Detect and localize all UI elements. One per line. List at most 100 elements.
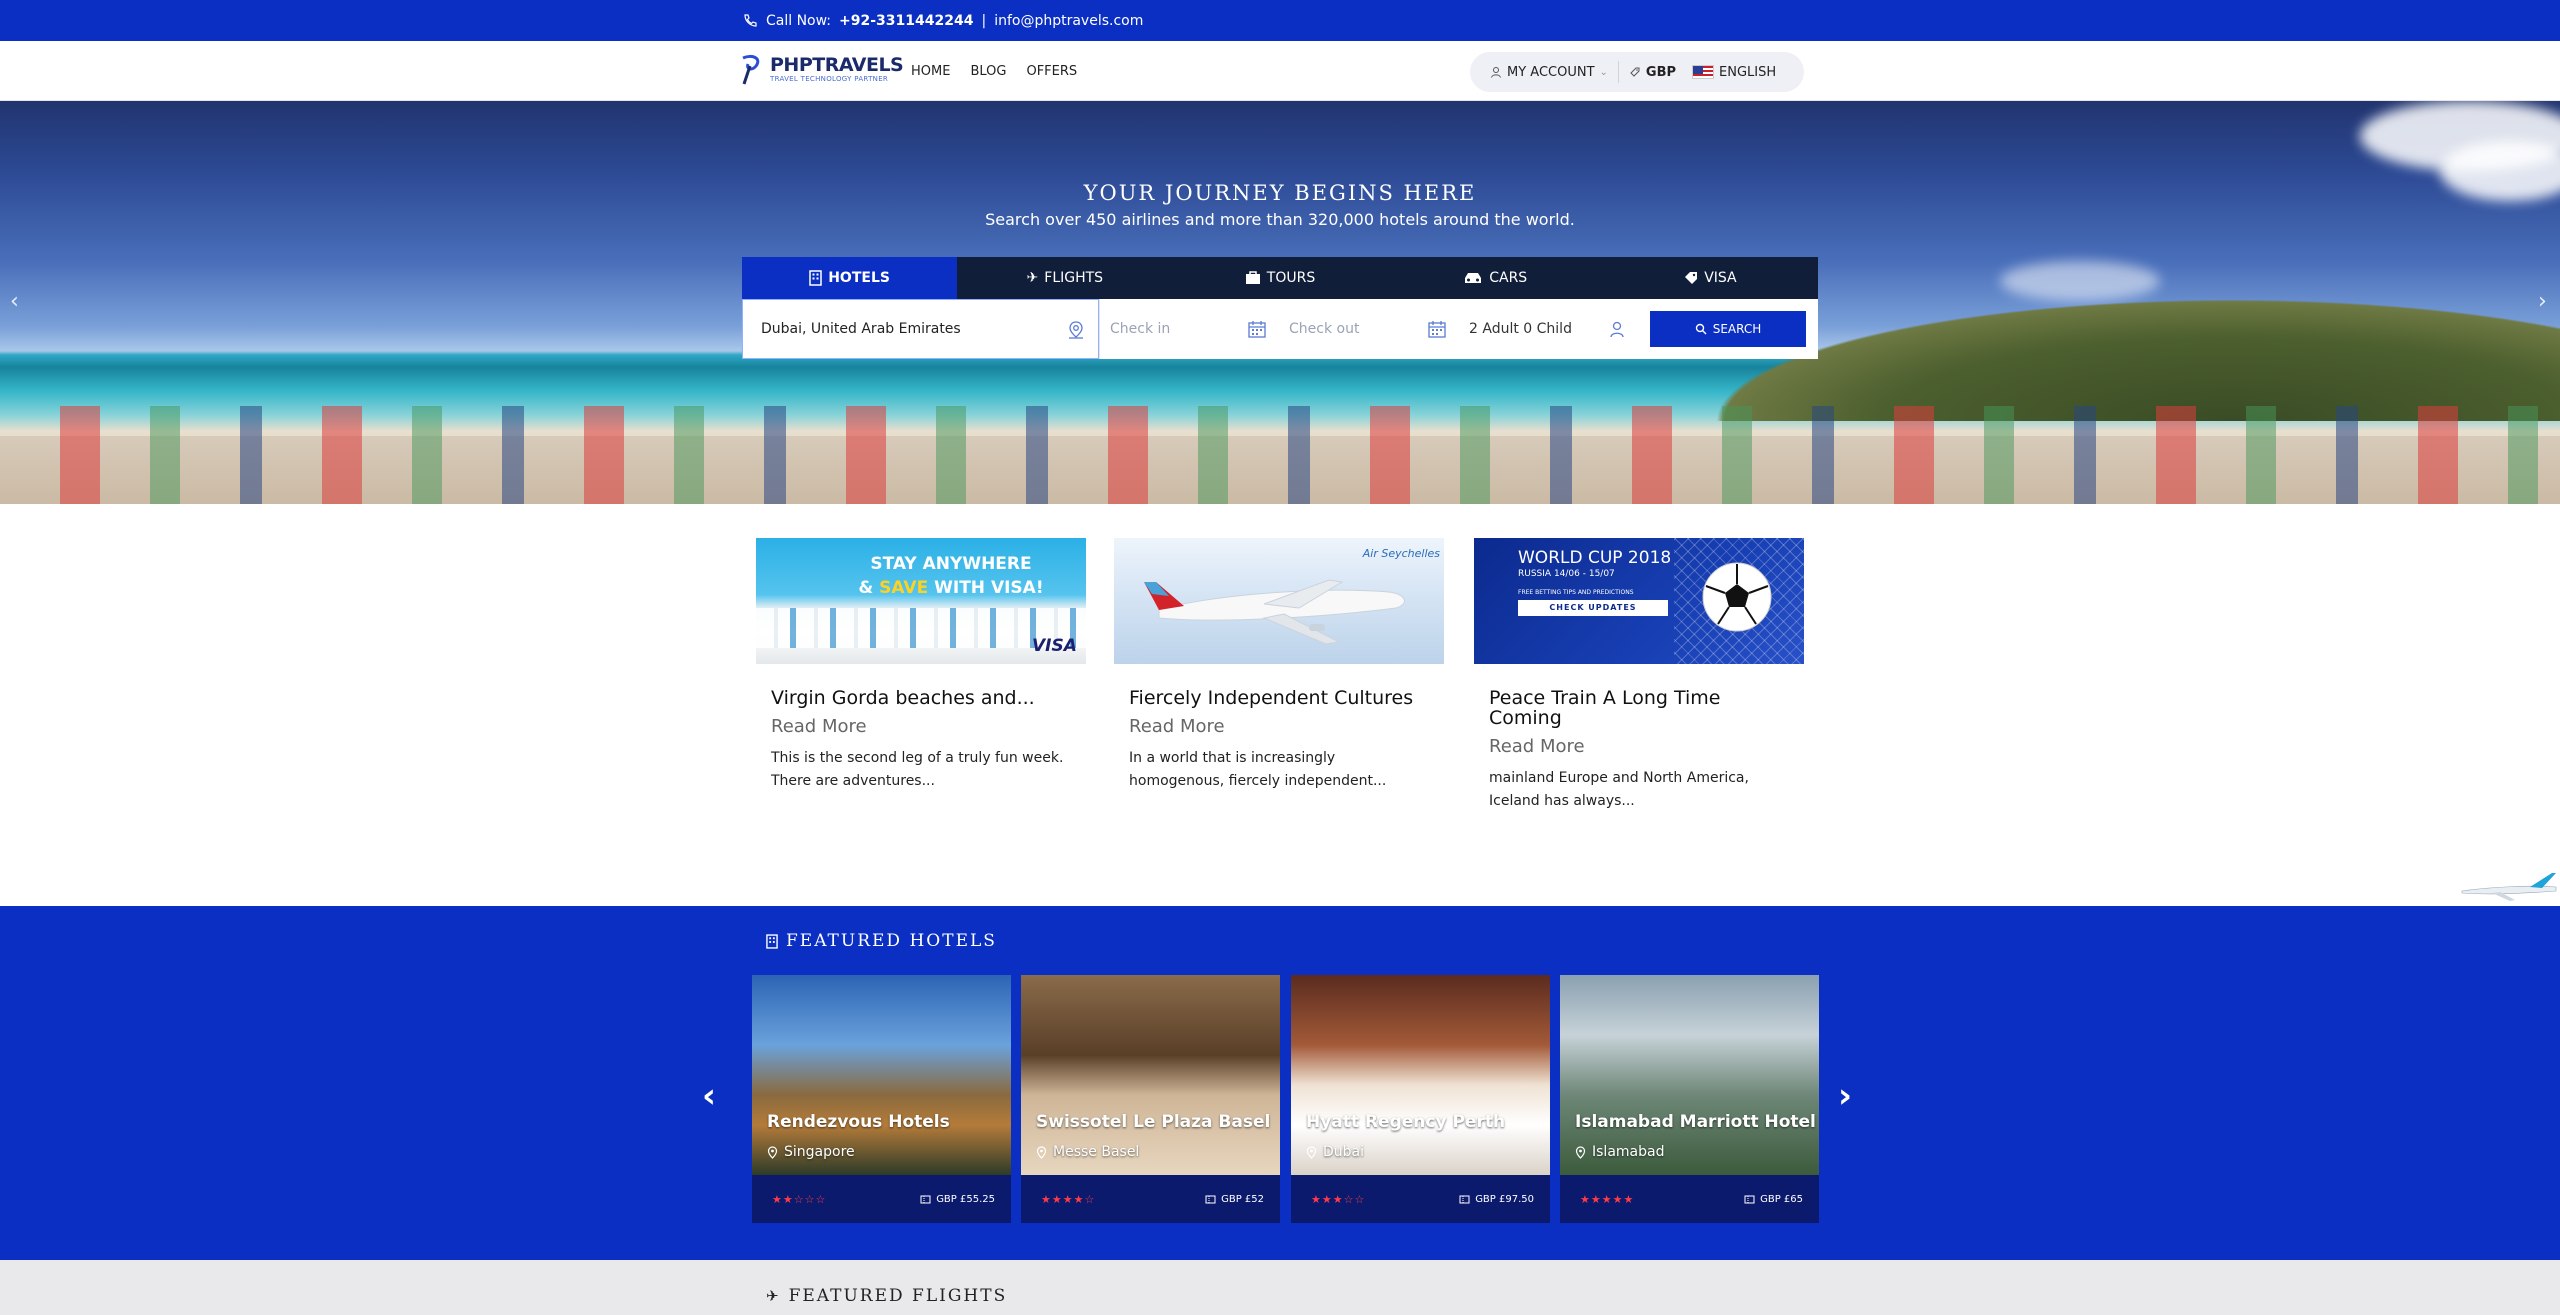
hotel-price-label: GBP £65 [1760,1193,1803,1205]
hotel-location-label: Singapore [784,1144,855,1160]
chevron-left-icon[interactable]: ‹ [10,289,19,314]
chevron-left-icon[interactable]: ‹ [702,1076,716,1116]
hotel-card[interactable]: Swissotel Le Plaza Basel Messe Basel ★★★… [1021,975,1280,1223]
tab-tours-label: TOURS [1266,270,1316,286]
hotel-location: Dubai [1306,1144,1364,1160]
blog-title[interactable]: Virgin Gorda beaches and... [756,688,1086,708]
chevron-down-icon: ⌄ [1599,66,1608,78]
world-cup-text: WORLD CUP 2018 RUSSIA 14/06 - 15/07 FREE… [1518,548,1671,616]
hotel-price-label: GBP £97.50 [1475,1193,1534,1205]
phone-icon [744,13,757,27]
chevron-right-icon[interactable]: › [2538,289,2547,314]
featured-hotels-title: FEATURED HOTELS [786,931,997,951]
checkout-placeholder: Check out [1289,321,1360,337]
hotel-location: Singapore [767,1144,855,1160]
hotel-price: GBP £52 [1205,1194,1264,1205]
ticket-icon [1205,1195,1216,1203]
football-icon [1702,562,1772,632]
logo[interactable]: PHPTRAVELS TRAVEL TECHNOLOGY PARTNER [738,52,904,86]
chevron-right-icon[interactable]: › [1838,1076,1852,1116]
nav-blog[interactable]: BLOG [970,64,1006,79]
nav-offers[interactable]: OFFERS [1026,64,1077,79]
guests-value: 2 Adult 0 Child [1469,321,1572,337]
hotel-search-form: Dubai, United Arab Emirates Check in Che… [742,299,1818,359]
checkout-field[interactable]: Check out [1279,299,1459,359]
main-nav: HOME BLOG OFFERS [911,41,1077,101]
hotel-card[interactable]: Islamabad Marriott Hotel Islamabad ★★★★★… [1560,975,1819,1223]
plane-icon: ✈ [1026,270,1039,286]
email-link[interactable]: info@phptravels.com [994,13,1143,29]
phone-number[interactable]: +92-3311442244 [839,13,973,29]
logo-name: PHPTRAVELS [770,54,904,76]
blog-thumbnail: STAY ANYWHERE & SAVE WITH VISA! VISA [756,538,1086,664]
hotel-card-footer: ★★★★☆ GBP £52 [1021,1175,1280,1223]
destination-field[interactable]: Dubai, United Arab Emirates [742,299,1099,359]
my-account-dropdown[interactable]: MY ACCOUNT ⌄ [1490,65,1608,80]
hotel-image: Islamabad Marriott Hotel Islamabad [1560,975,1819,1175]
guests-field[interactable]: 2 Adult 0 Child [1459,299,1639,359]
hotel-name: Rendezvous Hotels [767,1112,950,1132]
language-dropdown[interactable]: ENGLISH [1692,65,1776,80]
blog-title[interactable]: Peace Train A Long Time Coming [1474,688,1804,728]
blog-excerpt: This is the second leg of a truly fun we… [771,750,1064,789]
hotel-name: Hyatt Regency Perth [1306,1112,1506,1132]
check-updates-button: CHECK UPDATES [1518,600,1668,616]
tab-cars[interactable]: CARS [1388,257,1603,299]
tab-flights-label: FLIGHTS [1044,270,1104,286]
featured-flights-heading: ✈ FEATURED FLIGHTS [766,1286,1007,1306]
blog-card[interactable]: WORLD CUP 2018 RUSSIA 14/06 - 15/07 FREE… [1474,538,1804,813]
featured-flights-section: ✈ FEATURED FLIGHTS [0,1260,2560,1315]
car-icon [1465,273,1482,283]
search-button[interactable]: SEARCH [1650,311,1806,347]
pin-icon [767,1145,778,1159]
user-icon [1610,321,1624,338]
currency-dropdown[interactable]: GBP [1629,65,1676,80]
star-rating: ★★★★★ [1580,1192,1635,1206]
airplane-decoration [2461,873,2557,901]
tab-tours[interactable]: TOURS [1172,257,1387,299]
checkin-field[interactable]: Check in [1099,299,1279,359]
hotel-location: Islamabad [1575,1144,1664,1160]
hotel-price-label: GBP £52 [1221,1193,1264,1205]
airline-logo: Air Seychelles [1362,547,1440,560]
tab-visa[interactable]: VISA [1603,257,1818,299]
header: PHPTRAVELS TRAVEL TECHNOLOGY PARTNER HOM… [0,41,2560,101]
hero-headline: YOUR JOURNEY BEGINS HERE [1083,181,1477,205]
read-more-link[interactable]: Read More [1474,736,1804,757]
hotel-card[interactable]: Hyatt Regency Perth Dubai ★★★☆☆ GBP £97.… [1291,975,1550,1223]
star-rating: ★★★☆☆ [1311,1192,1366,1206]
hotel-price: GBP £55.25 [920,1194,995,1205]
blog-thumbnail: WORLD CUP 2018 RUSSIA 14/06 - 15/07 FREE… [1474,538,1804,664]
banner-line-1: WORLD CUP 2018 [1518,548,1672,568]
logo-tagline: TRAVEL TECHNOLOGY PARTNER [770,75,889,83]
hotel-card[interactable]: Rendezvous Hotels Singapore ★★☆☆☆ GBP £5… [752,975,1011,1223]
hotel-card-footer: ★★☆☆☆ GBP £55.25 [752,1175,1011,1223]
destination-value: Dubai, United Arab Emirates [761,321,961,337]
divider [1617,61,1619,83]
search-button-label: SEARCH [1712,322,1762,336]
read-more-link[interactable]: Read More [1114,716,1444,737]
ticket-icon [1459,1195,1470,1203]
banner-line-3: FREE BETTING TIPS AND PREDICTIONS [1518,589,1634,596]
search-tabs: HOTELS ✈ FLIGHTS TOURS CARS VISA [742,257,1818,299]
tab-flights[interactable]: ✈ FLIGHTS [957,257,1172,299]
blog-card[interactable]: Air Seychelles Fiercely Independent Cult… [1114,538,1444,793]
nav-home[interactable]: HOME [911,64,950,79]
topbar-separator: | [981,12,987,29]
banner-line-1: STAY ANYWHERE [870,554,1032,574]
blog-title[interactable]: Fiercely Independent Cultures [1114,688,1444,708]
hotel-image: Rendezvous Hotels Singapore [752,975,1011,1175]
search-icon [1695,323,1707,335]
currency-label: GBP [1645,64,1677,80]
hotel-icon [766,933,778,949]
pin-icon [1575,1145,1586,1159]
read-more-link[interactable]: Read More [756,716,1086,737]
visa-logo: VISA [1032,636,1077,656]
blog-card[interactable]: STAY ANYWHERE & SAVE WITH VISA! VISA Vir… [756,538,1086,793]
blog-thumbnail: Air Seychelles [1114,538,1444,664]
hotel-location-label: Dubai [1323,1144,1365,1160]
flag-icon [1692,65,1715,79]
language-label: ENGLISH [1719,64,1777,80]
tab-hotels[interactable]: HOTELS [742,257,958,299]
hotel-image: Swissotel Le Plaza Basel Messe Basel [1021,975,1280,1175]
